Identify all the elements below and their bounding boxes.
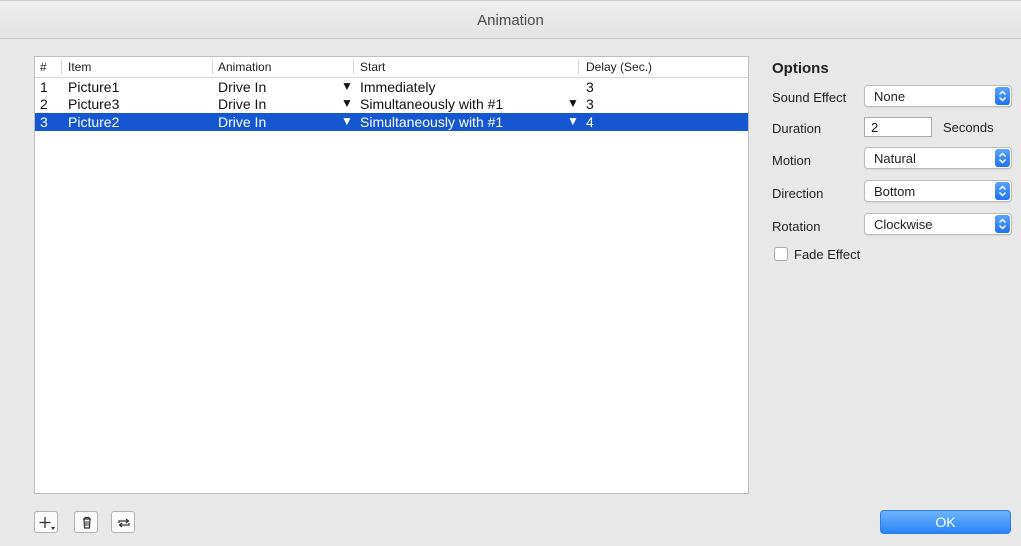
row-item: Picture2 (68, 114, 120, 130)
table-header: # Item Animation Start Delay (Sec.) (35, 57, 748, 78)
trash-icon (83, 516, 91, 529)
motion-value: Natural (874, 151, 916, 166)
sound-effect-value: None (874, 89, 906, 104)
row-animation: Drive In (218, 79, 267, 95)
start-dropdown-arrow[interactable]: ▼ (567, 96, 579, 110)
row-animation: Drive In (218, 96, 267, 112)
duration-label: Duration (772, 121, 822, 136)
add-button[interactable] (34, 511, 58, 533)
delete-button[interactable] (74, 511, 98, 533)
fade-effect-label[interactable]: Fade Effect (794, 247, 860, 262)
row-delay: 3 (586, 96, 594, 112)
table-row[interactable]: 1 Picture1 Drive In ▼ Immediately 3 (35, 78, 748, 96)
chevron-updown-icon (995, 215, 1010, 233)
fade-effect-checkbox[interactable] (774, 247, 788, 261)
title-bar: Animation (0, 1, 1021, 39)
chevron-updown-icon (995, 87, 1010, 105)
column-divider (578, 59, 579, 74)
column-divider (212, 59, 213, 74)
motion-label: Motion (772, 153, 812, 168)
column-header-start[interactable]: Start (360, 60, 385, 74)
table-row-selected[interactable]: 3 Picture2 Drive In ▼ Simultaneously wit… (35, 113, 748, 131)
sound-effect-select[interactable]: None (864, 85, 1012, 107)
animation-dropdown-arrow[interactable]: ▼ (341, 79, 353, 93)
column-header-delay[interactable]: Delay (Sec.) (586, 60, 652, 74)
duration-unit: Seconds (943, 120, 994, 135)
row-delay: 3 (586, 79, 594, 95)
options-heading: Options (772, 60, 829, 77)
row-animation: Drive In (218, 114, 267, 130)
duration-field[interactable]: 2 (864, 117, 932, 137)
row-start: Simultaneously with #1 (360, 114, 504, 130)
animation-dialog: Animation # Item Animation Start Delay (… (0, 0, 1021, 546)
row-number: 3 (40, 114, 48, 130)
row-start: Simultaneously with #1 (360, 96, 504, 112)
ok-button[interactable]: OK (880, 510, 1011, 534)
rotation-label: Rotation (772, 219, 821, 234)
motion-select[interactable]: Natural (864, 147, 1012, 169)
window-title: Animation (477, 12, 544, 29)
animation-table[interactable]: # Item Animation Start Delay (Sec.) 1 Pi… (34, 56, 749, 494)
column-header-item[interactable]: Item (68, 60, 91, 74)
chevron-updown-icon (995, 182, 1010, 200)
direction-select[interactable]: Bottom (864, 180, 1012, 202)
animation-dropdown-arrow[interactable]: ▼ (341, 114, 353, 128)
column-header-animation[interactable]: Animation (218, 60, 271, 74)
row-item: Picture1 (68, 79, 120, 95)
chevron-updown-icon (995, 149, 1010, 167)
row-delay: 4 (586, 114, 594, 130)
row-item: Picture3 (68, 96, 120, 112)
table-row[interactable]: 2 Picture3 Drive In ▼ Simultaneously wit… (35, 95, 748, 113)
column-divider (353, 59, 354, 74)
start-dropdown-arrow[interactable]: ▼ (567, 114, 579, 128)
repeat-icon (118, 518, 130, 528)
row-number: 1 (40, 79, 48, 95)
row-start: Immediately (360, 79, 436, 95)
animation-dropdown-arrow[interactable]: ▼ (341, 96, 353, 110)
add-icon (39, 517, 55, 530)
direction-value: Bottom (874, 184, 916, 199)
rotation-select[interactable]: Clockwise (864, 213, 1012, 235)
duration-value: 2 (871, 120, 879, 135)
column-divider (61, 59, 62, 74)
column-header-number[interactable]: # (40, 60, 47, 74)
rotation-value: Clockwise (874, 217, 933, 232)
sound-effect-label: Sound Effect (772, 90, 847, 105)
repeat-button[interactable] (111, 511, 135, 533)
direction-label: Direction (772, 186, 824, 201)
row-number: 2 (40, 96, 48, 112)
